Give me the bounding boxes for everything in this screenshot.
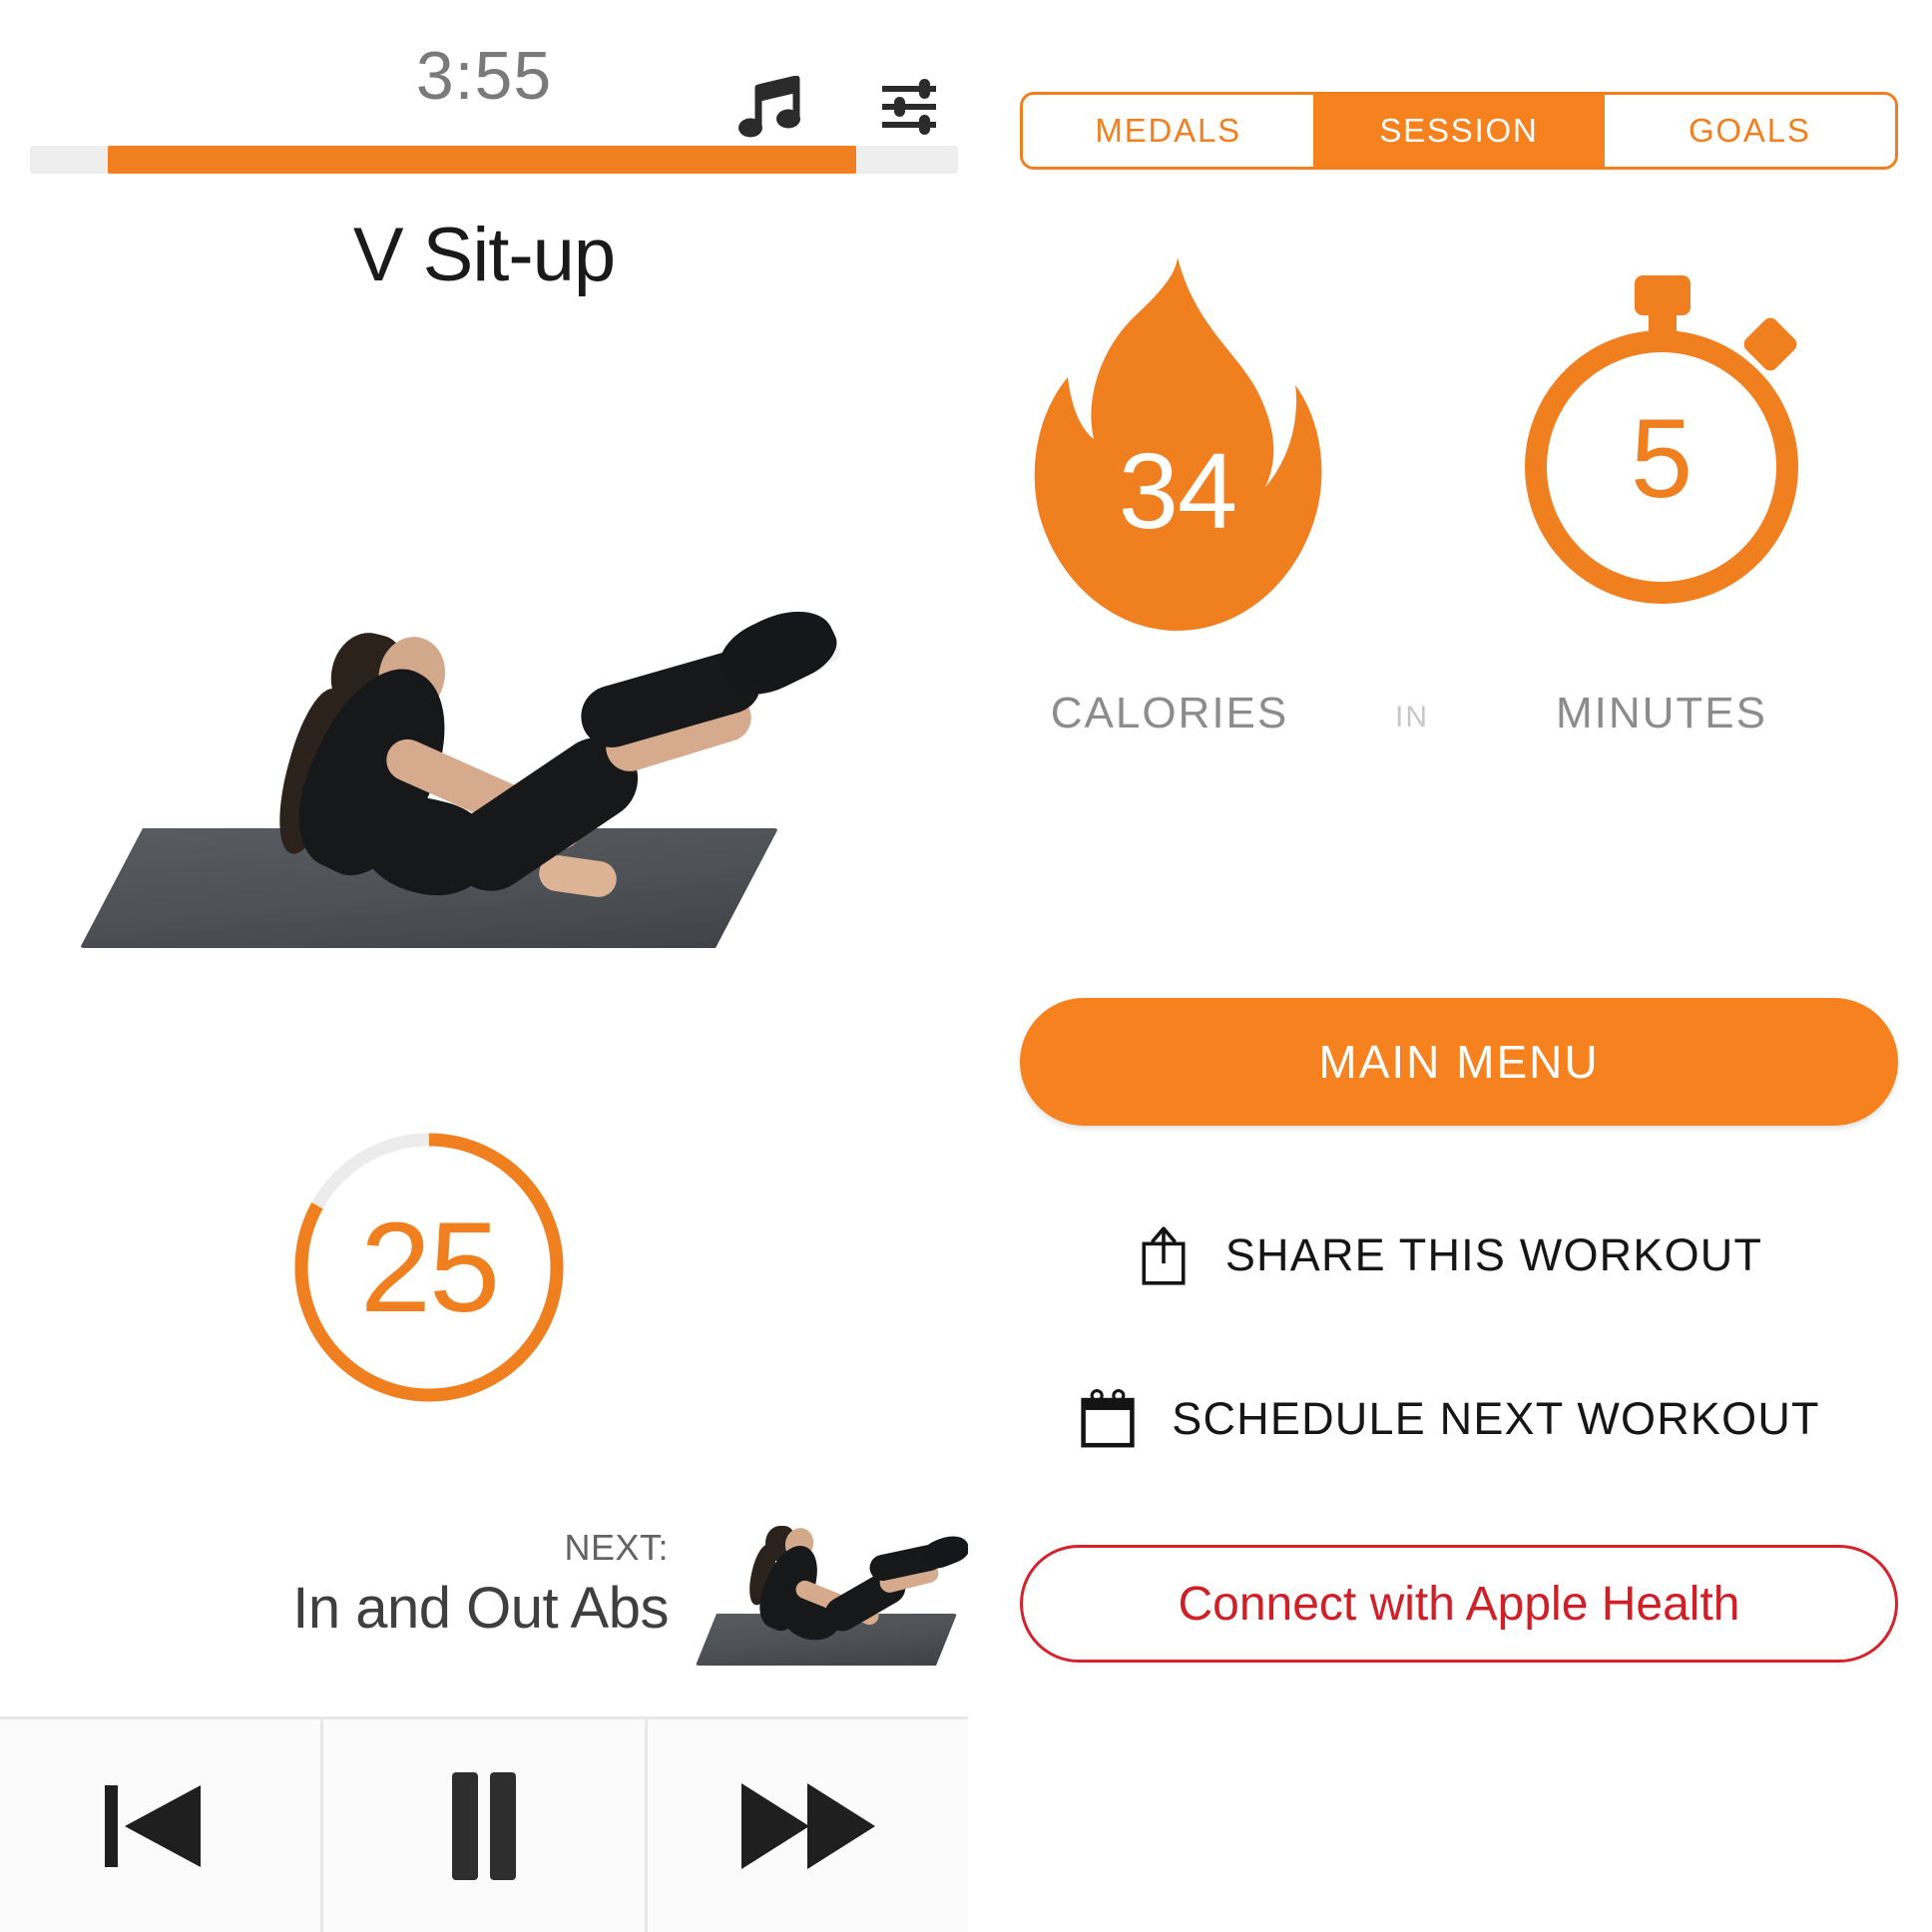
next-exercise-name: In and Out Abs xyxy=(292,1576,669,1641)
summary-tabs: MEDALS SESSION GOALS xyxy=(1020,92,1898,170)
workout-player-panel: 3:55 V Sit-up 25 NEXT: In and Out Abs xyxy=(0,0,973,1932)
workout-app-screen: 3:55 V Sit-up 25 NEXT: In and Out Abs ME… xyxy=(0,0,1932,1932)
music-note-icon[interactable] xyxy=(738,75,802,138)
share-icon xyxy=(1142,1226,1186,1285)
tab-goals[interactable]: GOALS xyxy=(1604,95,1895,167)
schedule-workout-row[interactable]: SCHEDULE NEXT WORKOUT xyxy=(968,1379,1932,1459)
fast-forward-icon xyxy=(741,1782,876,1869)
next-exercise-preview[interactable]: NEXT: In and Out Abs xyxy=(249,1524,973,1701)
minutes-stopwatch-icon: 5 xyxy=(1507,269,1816,609)
schedule-workout-label: SCHEDULE NEXT WORKOUT xyxy=(1172,1393,1820,1444)
rep-countdown-ring: 25 xyxy=(287,1126,571,1409)
tab-medals[interactable]: MEDALS xyxy=(1023,95,1314,167)
workout-summary-panel: MEDALS SESSION GOALS 34 5 CALORIES IN MI… xyxy=(968,0,1932,1932)
previous-button[interactable] xyxy=(0,1719,324,1932)
next-button[interactable] xyxy=(647,1719,968,1932)
sliders-icon[interactable] xyxy=(878,76,940,138)
exercise-image xyxy=(60,559,848,988)
skip-previous-icon xyxy=(104,1784,201,1867)
stat-labels: CALORIES IN MINUTES xyxy=(1008,689,1906,748)
playback-controls xyxy=(0,1716,968,1932)
workout-timer: 3:55 xyxy=(415,38,553,114)
progress-fill xyxy=(108,146,856,174)
main-menu-button[interactable]: MAIN MENU xyxy=(1020,998,1898,1126)
next-exercise-thumbnail xyxy=(674,1522,973,1687)
calendar-icon xyxy=(1081,1389,1135,1448)
workout-progress-bar[interactable] xyxy=(0,146,968,174)
share-workout-row[interactable]: SHARE THIS WORKOUT xyxy=(968,1215,1932,1295)
share-workout-label: SHARE THIS WORKOUT xyxy=(1224,1229,1763,1280)
pause-button[interactable] xyxy=(323,1719,648,1932)
pause-icon xyxy=(451,1771,516,1880)
connector-label: IN xyxy=(1395,701,1429,733)
next-label: NEXT: xyxy=(564,1527,669,1568)
minutes-value: 5 xyxy=(1630,395,1693,521)
player-header: 3:55 xyxy=(0,36,968,138)
next-exercise-text: NEXT: In and Out Abs xyxy=(249,1527,669,1642)
tab-session[interactable]: SESSION xyxy=(1313,95,1605,167)
minutes-label: MINUTES xyxy=(1556,689,1767,737)
calories-value: 34 xyxy=(1118,429,1237,551)
calories-label: CALORIES xyxy=(1050,689,1289,737)
connect-apple-health-button[interactable]: Connect with Apple Health xyxy=(1020,1545,1898,1663)
exercise-title: V Sit-up xyxy=(352,213,616,297)
calories-flame-icon: 34 xyxy=(1028,249,1327,639)
countdown-value: 25 xyxy=(359,1196,500,1339)
session-stats: 34 5 xyxy=(1008,249,1906,649)
